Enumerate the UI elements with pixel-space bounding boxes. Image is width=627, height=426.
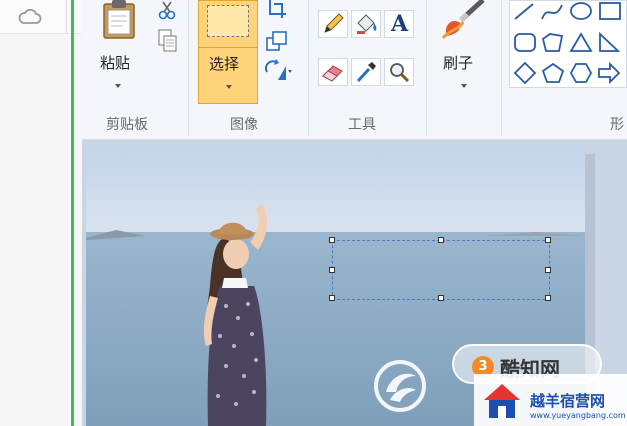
left-toolbar	[0, 0, 82, 34]
pencil-tool[interactable]	[318, 10, 348, 38]
curve-icon[interactable]	[540, 1, 566, 25]
copy-icon[interactable]	[157, 28, 179, 54]
selection-handle-bottom-right[interactable]	[545, 295, 551, 301]
shapes-group-label: 形	[610, 117, 624, 133]
paste-label: 粘贴	[100, 54, 131, 72]
brushes-label: 刷子	[443, 54, 474, 72]
group-separator	[426, 0, 427, 136]
selection-handle-middle-right[interactable]	[545, 267, 551, 273]
site-watermark-title: 越羊宿营网	[530, 392, 606, 410]
group-separator	[501, 0, 502, 136]
magnifier-icon	[390, 63, 410, 83]
select-button[interactable]: 选择	[198, 0, 258, 104]
chevron-down-icon	[115, 84, 121, 88]
chevron-down-icon	[461, 84, 467, 88]
group-separator	[308, 0, 309, 136]
pentagon-icon[interactable]	[540, 61, 566, 85]
left-window-strip	[0, 0, 82, 426]
selection-handle-bottom-middle[interactable]	[438, 295, 444, 301]
eraser-icon	[322, 65, 343, 82]
text-icon: A	[391, 11, 409, 37]
resize-icon[interactable]	[265, 30, 289, 52]
paste-button[interactable]: 粘贴	[94, 0, 144, 100]
swirl-logo-icon	[374, 360, 426, 412]
oval-icon[interactable]	[568, 1, 594, 25]
chevron-down-icon	[226, 85, 232, 89]
scissors-icon[interactable]	[156, 0, 178, 22]
fill-bucket-icon	[357, 14, 377, 34]
select-split-divider	[199, 47, 257, 48]
color-picker-tool[interactable]	[351, 58, 381, 86]
text-tool[interactable]: A	[384, 10, 414, 38]
hexagon-icon[interactable]	[568, 61, 594, 85]
site-watermark-url: www.yueyangbang.com	[530, 411, 626, 420]
selection-handle-top-right[interactable]	[545, 237, 551, 243]
selection-handle-top-middle[interactable]	[438, 237, 444, 243]
tools-group-label: 工具	[348, 117, 376, 133]
diamond-icon[interactable]	[512, 61, 538, 85]
window-edge-highlight	[71, 0, 74, 426]
site-watermark: 越羊宿营网 www.yueyangbang.com	[474, 374, 627, 426]
select-rectangle-icon	[207, 5, 249, 37]
selection-handle-bottom-left[interactable]	[329, 295, 335, 301]
right-arrow-icon[interactable]	[596, 61, 622, 85]
color-picker-icon	[356, 62, 376, 83]
right-triangle-icon[interactable]	[596, 31, 622, 55]
fill-tool[interactable]	[351, 10, 381, 38]
clipboard-group-label: 剪贴板	[106, 117, 148, 133]
ribbon: 粘贴 剪贴板 选择 图像 A 工具 刷子 形	[82, 0, 627, 140]
rounded-rectangle-icon[interactable]	[512, 31, 538, 55]
selection-handle-middle-left[interactable]	[329, 267, 335, 273]
selection-rectangle[interactable]	[329, 237, 551, 301]
rectangle-icon[interactable]	[596, 1, 622, 25]
magnifier-tool[interactable]	[384, 58, 414, 86]
selection-handle-top-left[interactable]	[329, 237, 335, 243]
eraser-tool[interactable]	[318, 58, 348, 86]
polygon-icon[interactable]	[540, 31, 566, 55]
crop-icon[interactable]	[266, 0, 288, 20]
pencil-icon	[324, 13, 344, 33]
clipboard-icon	[103, 0, 135, 39]
shapes-gallery	[509, 0, 627, 88]
house-logo-icon	[484, 384, 520, 418]
image-group-label: 图像	[230, 117, 258, 133]
toolbar-divider	[66, 0, 67, 34]
brush-icon	[441, 0, 485, 39]
brushes-button[interactable]: 刷子	[434, 0, 494, 100]
tools-group: A	[318, 6, 418, 88]
triangle-icon[interactable]	[568, 31, 594, 55]
rotate-icon[interactable]	[264, 58, 294, 82]
select-label: 选择	[209, 55, 240, 73]
cloud-icon[interactable]	[18, 6, 42, 26]
group-separator	[188, 0, 189, 136]
line-icon[interactable]	[512, 1, 538, 25]
